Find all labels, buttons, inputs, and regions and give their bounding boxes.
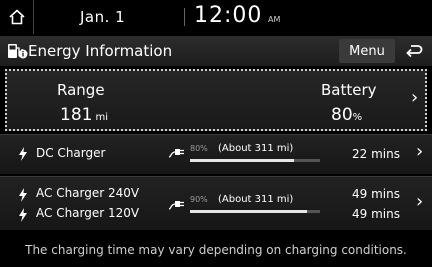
- ac-charger-120v-label: AC Charger 120V: [36, 206, 140, 220]
- dc-charge-time: 22 mins: [352, 147, 400, 161]
- range-label: Range: [57, 81, 105, 99]
- back-button[interactable]: [399, 39, 429, 63]
- range-value: 181 mi: [60, 105, 108, 125]
- ev-charger-info-icon: [8, 44, 28, 59]
- home-icon: [8, 9, 25, 25]
- title-bar: Energy Information Menu: [0, 36, 432, 66]
- ac-charge-progress-fill: [190, 210, 307, 213]
- dc-charge-progress-fill: [190, 159, 294, 162]
- ac-charge-progress-bar: [190, 210, 320, 213]
- status-divider: [184, 8, 185, 26]
- lightning-bolt-icon: [19, 188, 27, 202]
- back-arrow-icon: [406, 45, 423, 58]
- chevron-right-icon: ›: [416, 191, 424, 212]
- status-bar: Jan. 1 12:00 AM: [0, 0, 432, 34]
- dc-charger-label: DC Charger: [36, 146, 106, 160]
- charging-time-note: The charging time may vary depending on …: [25, 243, 407, 257]
- ac-240v-charge-time: 49 mins: [352, 187, 400, 201]
- status-time: 12:00: [194, 3, 263, 28]
- charging-plug-icon: [168, 149, 184, 158]
- page-title: Energy Information: [28, 42, 173, 60]
- status-date: Jan. 1: [80, 8, 126, 26]
- menu-button[interactable]: Menu: [339, 39, 395, 63]
- battery-label: Battery: [321, 81, 377, 99]
- lightning-bolt-icon: [19, 147, 27, 161]
- ac-charge-range-estimate: (About 311 mi): [218, 194, 294, 205]
- chevron-right-icon: ›: [416, 141, 424, 162]
- ac-charge-target-percent: 90%: [190, 195, 208, 204]
- home-button[interactable]: [0, 0, 34, 34]
- lightning-bolt-icon: [19, 208, 27, 222]
- ac-120v-charge-time: 49 mins: [352, 207, 400, 221]
- battery-value: 80%: [331, 105, 363, 125]
- ac-charger-row[interactable]: AC Charger 240V AC Charger 120V 90% (Abo…: [0, 176, 432, 230]
- dc-charger-row[interactable]: DC Charger 80% (About 311 mi) 22 mins ›: [0, 134, 432, 174]
- dc-charge-target-percent: 80%: [190, 144, 208, 153]
- ac-charger-240v-label: AC Charger 240V: [36, 186, 140, 200]
- chevron-right-icon: ›: [411, 87, 419, 108]
- range-battery-card[interactable]: Range 181 mi Battery 80% ›: [5, 69, 427, 131]
- charging-plug-icon: [168, 201, 184, 210]
- status-ampm: AM: [268, 15, 281, 24]
- dc-charge-range-estimate: (About 311 mi): [218, 143, 294, 154]
- dc-charge-progress-bar: [190, 159, 320, 162]
